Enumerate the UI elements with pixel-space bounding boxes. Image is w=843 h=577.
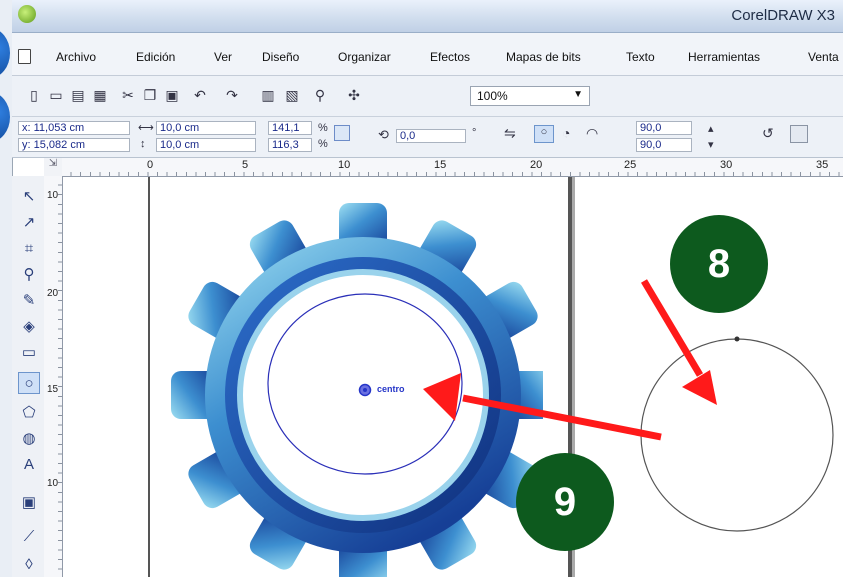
zoom-tool-icon[interactable]: ⚲	[18, 264, 40, 286]
ellipse-tool-icon[interactable]: ○	[18, 372, 40, 394]
smart-fill-tool-icon[interactable]: ◈	[18, 316, 40, 338]
text-tool-icon[interactable]: A	[18, 454, 40, 476]
decor-blob	[0, 92, 10, 142]
copy-icon[interactable]: ❐	[142, 87, 158, 103]
toolbox: ↖ ↗ ⌗ ⚲ ✎ ◈ ▭ ○ ⬠ ◍ A ▣ ⟋ ◊	[12, 176, 45, 577]
x-position-field[interactable]: x: 11,053 cm	[18, 121, 130, 135]
basic-shapes-tool-icon[interactable]: ◍	[18, 428, 40, 450]
ruler-label: 15	[47, 384, 59, 395]
degree-label: °	[472, 127, 477, 139]
width-field[interactable]: 10,0 cm	[156, 121, 256, 135]
horizontal-ruler[interactable]: 0 5 10 15 20 25 30 35	[62, 158, 843, 177]
menu-ventana[interactable]: Venta	[808, 50, 839, 64]
window-title: CorelDRAW X3	[731, 7, 835, 24]
crop-tool-icon[interactable]: ⌗	[18, 238, 40, 260]
height-icon: ↕	[140, 138, 146, 150]
new-icon[interactable]: ▯	[26, 87, 42, 103]
zoom-select[interactable]: 100% ▼	[470, 86, 590, 106]
standard-toolbar: ▯ ▭ ▤ ▦ ✂ ❐ ▣ ↶ ↷ ▥ ▧ ⚲ ✣ 100% ▼	[12, 76, 843, 117]
app-logo-icon	[18, 5, 36, 23]
pie-mode-icon[interactable]: ◔	[562, 126, 570, 140]
menu-mapas-de-bits[interactable]: Mapas de bits	[506, 50, 581, 64]
rotate-icon: ⟲	[378, 127, 389, 142]
menu-edicion[interactable]: Edición	[136, 50, 175, 64]
rotation-field[interactable]: 0,0	[396, 129, 466, 143]
welcome-icon[interactable]: ✣	[346, 87, 362, 103]
ruler-label: 10	[47, 190, 59, 201]
scale-x-field[interactable]: 141,1	[268, 121, 312, 135]
eyedropper-tool-icon[interactable]: ⟋	[18, 526, 40, 548]
percent-label: %	[318, 138, 328, 150]
menu-efectos[interactable]: Efectos	[430, 50, 470, 64]
ruler-label: 10	[47, 478, 59, 489]
zoom-value: 100%	[477, 89, 508, 103]
print-icon[interactable]: ▦	[92, 87, 108, 103]
menu-organizar[interactable]: Organizar	[338, 50, 391, 64]
export-icon[interactable]: ▧	[284, 87, 300, 103]
spin-up-icon[interactable]: ▴	[708, 123, 714, 135]
ruler-label: 10	[338, 159, 351, 171]
menu-ver[interactable]: Ver	[214, 50, 232, 64]
freehand-tool-icon[interactable]: ✎	[18, 290, 40, 312]
menu-diseno[interactable]: Diseño	[262, 50, 299, 64]
redo-icon[interactable]: ↷	[224, 87, 240, 103]
callout-step-9: 9	[516, 453, 614, 551]
ruler-origin-icon[interactable]: ⇲	[44, 158, 63, 177]
spin-down-icon[interactable]: ▾	[708, 139, 714, 151]
ellipse-mode-icon[interactable]: ○	[534, 125, 554, 143]
y-position-field[interactable]: y: 15,082 cm	[18, 138, 130, 152]
ruler-label: 35	[816, 159, 829, 171]
save-icon[interactable]: ▤	[70, 87, 86, 103]
lock-ratio-icon[interactable]	[334, 125, 350, 141]
mirror-icon[interactable]: ⇋	[504, 126, 516, 140]
ruler-label: 20	[530, 159, 543, 171]
height-field[interactable]: 10,0 cm	[156, 138, 256, 152]
direction-icon[interactable]: ↺	[762, 126, 774, 140]
title-bar: CorelDRAW X3	[12, 0, 843, 33]
drawing-canvas[interactable]: centro 8 9	[63, 177, 843, 577]
end-angle-field[interactable]: 90,0	[636, 138, 692, 152]
import-icon[interactable]: ▥	[260, 87, 276, 103]
rectangle-tool-icon[interactable]: ▭	[18, 342, 40, 364]
vertical-ruler[interactable]: 10 20 15 10	[44, 176, 63, 577]
ruler-label: 20	[47, 288, 59, 299]
pick-tool-icon[interactable]: ↖	[18, 186, 40, 208]
scale-y-field[interactable]: 116,3	[268, 138, 312, 152]
shape-tool-icon[interactable]: ↗	[18, 212, 40, 234]
ruler-label: 5	[242, 159, 249, 171]
menu-texto[interactable]: Texto	[626, 50, 655, 64]
launcher-icon[interactable]: ⚲	[312, 87, 328, 103]
ruler-label: 0	[147, 159, 154, 171]
cut-icon[interactable]: ✂	[120, 87, 136, 103]
chevron-down-icon: ▼	[573, 89, 583, 100]
polygon-tool-icon[interactable]: ⬠	[18, 402, 40, 424]
ruler-label: 30	[720, 159, 733, 171]
document-icon[interactable]	[18, 49, 31, 64]
arc-mode-icon[interactable]: ◠	[586, 126, 598, 140]
property-bar: x: 11,053 cm y: 15,082 cm ⟷ ↕ 10,0 cm 10…	[12, 117, 843, 158]
width-icon: ⟷	[138, 122, 154, 134]
ruler-label: 25	[624, 159, 637, 171]
convert-curves-icon[interactable]	[790, 125, 808, 143]
interactive-tool-icon[interactable]: ▣	[18, 492, 40, 514]
paste-icon[interactable]: ▣	[164, 87, 180, 103]
start-angle-field[interactable]: 90,0	[636, 121, 692, 135]
percent-label: %	[318, 122, 328, 134]
outline-tool-icon[interactable]: ◊	[18, 554, 40, 576]
decor-blob	[0, 28, 10, 78]
undo-icon[interactable]: ↶	[192, 87, 208, 103]
menu-bar: Archivo Edición Ver Diseño Organizar Efe…	[12, 33, 843, 76]
ruler-label: 15	[434, 159, 447, 171]
menu-archivo[interactable]: Archivo	[56, 50, 96, 64]
callout-step-8: 8	[670, 215, 768, 313]
menu-herramientas[interactable]: Herramientas	[688, 50, 760, 64]
open-icon[interactable]: ▭	[48, 87, 64, 103]
